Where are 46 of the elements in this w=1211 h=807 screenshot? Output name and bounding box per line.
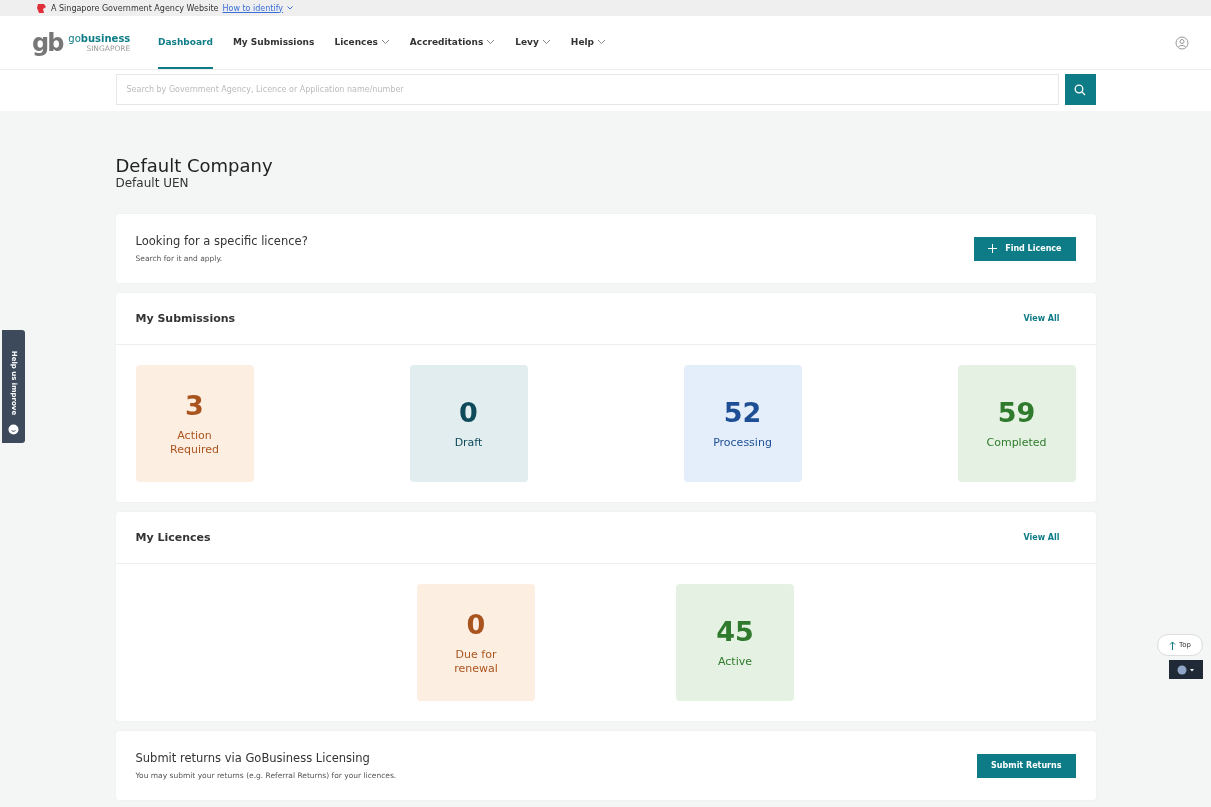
tile-count: 0: [466, 608, 486, 640]
tile-label: Processing: [712, 435, 773, 451]
tile-label: Active: [717, 654, 753, 670]
logo-mark: gb: [32, 28, 63, 57]
banner-text: A Singapore Government Agency Website: [51, 3, 219, 13]
company-name: Default Company: [115, 155, 274, 176]
card-title: Looking for a specific licence?: [135, 234, 308, 248]
language-selector[interactable]: [1169, 660, 1203, 679]
tile-count: 0: [459, 396, 478, 428]
search-button[interactable]: [1064, 74, 1096, 105]
chevron-down-icon: [287, 6, 294, 10]
smiley-icon: [8, 424, 19, 435]
logo-name: gobusiness: [68, 32, 131, 44]
tile-label: Completed: [985, 435, 1048, 451]
arrow-up-icon: [1169, 640, 1177, 650]
tile-label: Due for renewal: [453, 647, 499, 677]
status-tile[interactable]: 52 Processing: [683, 365, 802, 482]
tile-count: 59: [997, 396, 1036, 428]
search-field[interactable]: Search by Government Agency, Licence or Application name/number: [115, 74, 1059, 105]
search-icon: [1074, 83, 1086, 96]
tile-count: 52: [723, 396, 762, 428]
view-all-link[interactable]: View All: [1023, 314, 1060, 323]
status-tile[interactable]: 59 Completed: [957, 365, 1076, 482]
nav-tab[interactable]: Licences: [334, 16, 390, 69]
status-tile[interactable]: 0 Draft: [409, 365, 528, 482]
nav-tab[interactable]: Help: [570, 16, 607, 69]
status-tile[interactable]: 0 Due for renewal: [417, 584, 535, 701]
status-tile[interactable]: 3 Action Required: [135, 365, 254, 482]
tile-label: Draft: [453, 435, 484, 451]
globe-icon: [1177, 664, 1195, 675]
nav-tab[interactable]: Accreditations: [409, 16, 496, 69]
section-title: My Submissions: [135, 312, 236, 325]
nav-tab[interactable]: My Submissions: [232, 16, 315, 69]
card-title: Submit returns via GoBusiness Licensing: [135, 751, 371, 765]
tile-count: 45: [716, 615, 754, 647]
plus-icon: [988, 244, 998, 253]
nav-tab[interactable]: Levy: [515, 16, 551, 69]
company-uen: Default UEN: [115, 176, 190, 190]
section-title: My Licences: [135, 531, 211, 544]
tile-count: 3: [185, 389, 204, 421]
view-all-link[interactable]: View All: [1023, 533, 1060, 542]
identify-link[interactable]: How to identify: [222, 3, 284, 13]
submit-returns-button[interactable]: Submit Returns: [977, 753, 1076, 778]
tile-label: Action Required: [169, 428, 220, 458]
find-licence-button[interactable]: Find Licence: [974, 236, 1076, 261]
status-tile[interactable]: 45 Active: [676, 584, 794, 701]
